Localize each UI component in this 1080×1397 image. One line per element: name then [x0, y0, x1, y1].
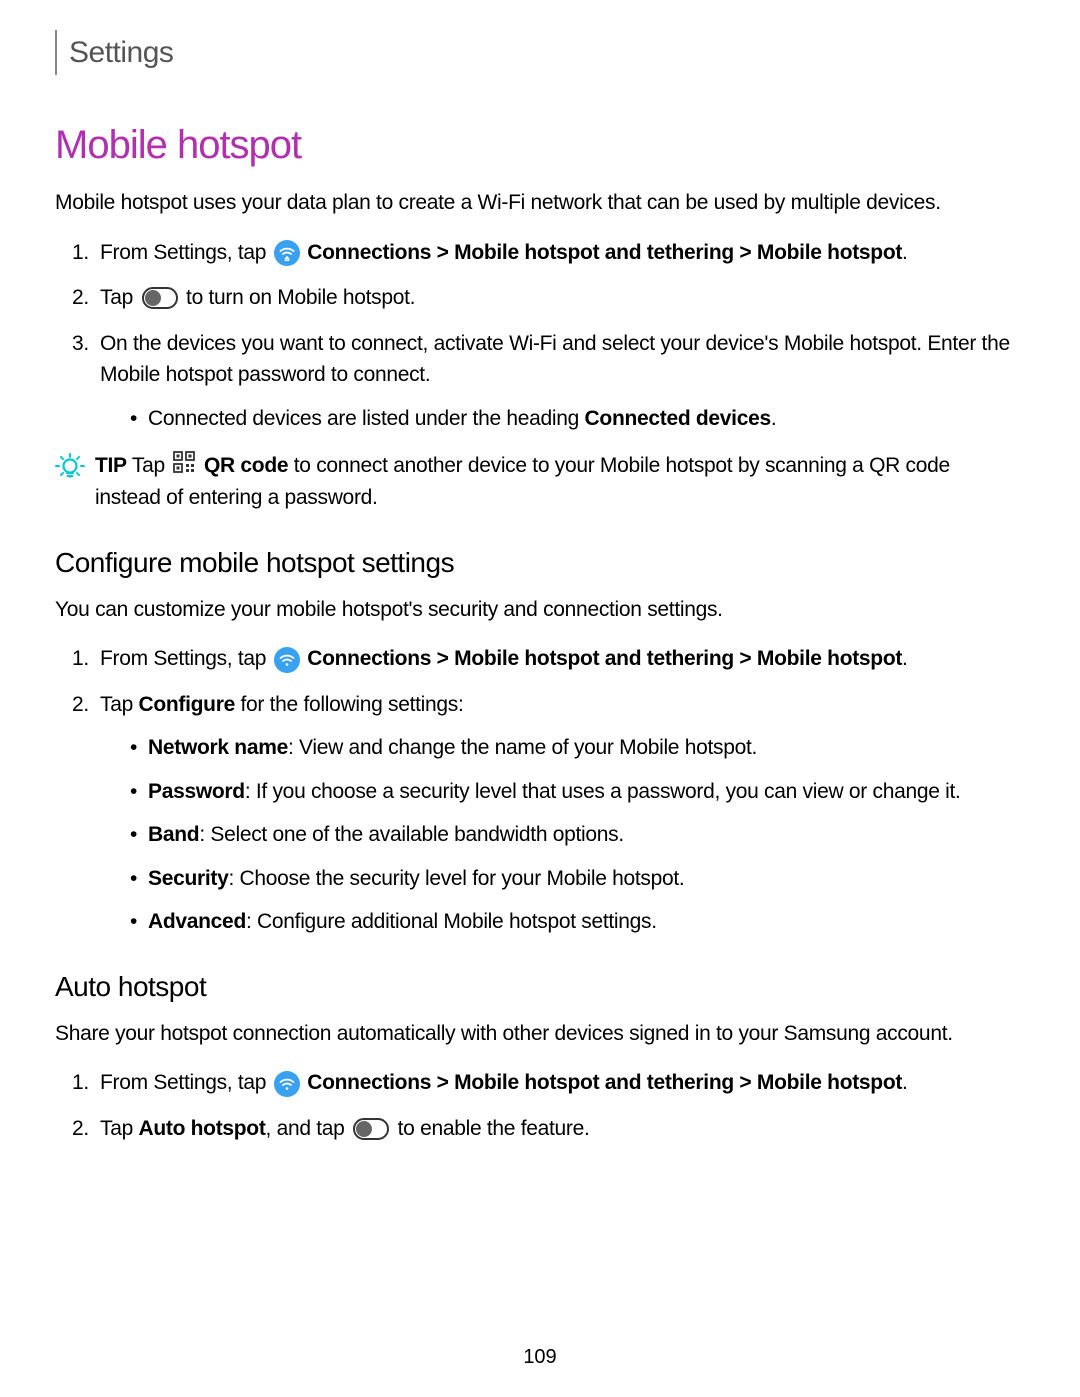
option-band: Band: Select one of the available bandwi… [148, 819, 1020, 851]
main-title: Mobile hotspot [55, 115, 1020, 175]
auto-title: Auto hotspot [55, 966, 1020, 1008]
configure-steps-list: From Settings, tap Connections > Mobile … [55, 643, 1020, 938]
intro-text: Mobile hotspot uses your data plan to cr… [55, 187, 1020, 219]
opt-bold: Password [148, 780, 245, 803]
tip-text: TIP Tap QR code to connect another devic… [95, 450, 1020, 514]
step-text: Tap [100, 286, 139, 309]
sub-list: Connected devices are listed under the h… [100, 403, 1020, 435]
opt-text: : If you choose a security level that us… [245, 780, 961, 803]
tip-pre: Tap [127, 454, 171, 477]
step-text: , and tap [266, 1117, 351, 1140]
opt-bold: Network name [148, 736, 288, 759]
toggle-icon [142, 287, 178, 309]
tip-block: TIP Tap QR code to connect another devic… [55, 450, 1020, 514]
configure-step-1: From Settings, tap Connections > Mobile … [100, 643, 1020, 675]
step-text: On the devices you want to connect, acti… [100, 332, 1010, 387]
auto-intro: Share your hotspot connection automatica… [55, 1018, 1020, 1050]
connections-icon [274, 647, 300, 673]
option-security: Security: Choose the security level for … [148, 863, 1020, 895]
opt-text: : Select one of the available bandwidth … [199, 823, 624, 846]
connections-icon [274, 240, 300, 266]
opt-bold: Advanced [148, 910, 246, 933]
option-network-name: Network name: View and change the name o… [148, 732, 1020, 764]
sub-text: . [771, 407, 777, 430]
step-bold: Connections > Mobile hotspot and tetheri… [307, 1071, 902, 1094]
header-title: Settings [69, 30, 1020, 75]
opt-bold: Security [148, 867, 228, 890]
auto-steps-list: From Settings, tap Connections > Mobile … [55, 1067, 1020, 1144]
step-text: From Settings, tap [100, 1071, 272, 1094]
opt-text: : Choose the security level for your Mob… [228, 867, 684, 890]
step-bold: Configure [139, 693, 235, 716]
step-text: . [902, 241, 908, 264]
option-advanced: Advanced: Configure additional Mobile ho… [148, 906, 1020, 938]
qr-code-icon [173, 451, 195, 483]
opt-text: : View and change the name of your Mobil… [288, 736, 757, 759]
step-text: for the following settings: [235, 693, 464, 716]
configure-title: Configure mobile hotspot settings [55, 542, 1020, 584]
opt-bold: Band [148, 823, 199, 846]
step-2: Tap to turn on Mobile hotspot. [100, 282, 1020, 314]
sub-item: Connected devices are listed under the h… [148, 403, 1020, 435]
step-bold: Connections > Mobile hotspot and tetheri… [307, 241, 902, 264]
step-1: From Settings, tap Connections > Mobile … [100, 237, 1020, 269]
connections-icon [274, 1071, 300, 1097]
page-number: 109 [523, 1342, 556, 1372]
step-3: On the devices you want to connect, acti… [100, 328, 1020, 435]
step-text: From Settings, tap [100, 241, 272, 264]
opt-text: : Configure additional Mobile hotspot se… [246, 910, 657, 933]
configure-intro: You can customize your mobile hotspot's … [55, 594, 1020, 626]
step-text: to enable the feature. [392, 1117, 589, 1140]
step-text: From Settings, tap [100, 647, 272, 670]
header-section: Settings [55, 30, 1020, 75]
sub-text: Connected devices are listed under the h… [148, 407, 585, 430]
configure-options: Network name: View and change the name o… [100, 732, 1020, 938]
lightbulb-icon [55, 452, 85, 492]
sub-bold: Connected devices [585, 407, 771, 430]
step-text: . [902, 1071, 908, 1094]
step-bold: Auto hotspot [139, 1117, 266, 1140]
step-text: to turn on Mobile hotspot. [181, 286, 416, 309]
tip-bold: QR code [204, 454, 288, 477]
step-text: Tap [100, 693, 139, 716]
configure-step-2: Tap Configure for the following settings… [100, 689, 1020, 938]
option-password: Password: If you choose a security level… [148, 776, 1020, 808]
step-bold: Connections > Mobile hotspot and tetheri… [307, 647, 902, 670]
auto-step-1: From Settings, tap Connections > Mobile … [100, 1067, 1020, 1099]
auto-step-2: Tap Auto hotspot, and tap to enable the … [100, 1113, 1020, 1145]
toggle-icon [353, 1118, 389, 1140]
main-steps-list: From Settings, tap Connections > Mobile … [55, 237, 1020, 435]
tip-label: TIP [95, 454, 127, 477]
step-text: . [902, 647, 908, 670]
step-text: Tap [100, 1117, 139, 1140]
